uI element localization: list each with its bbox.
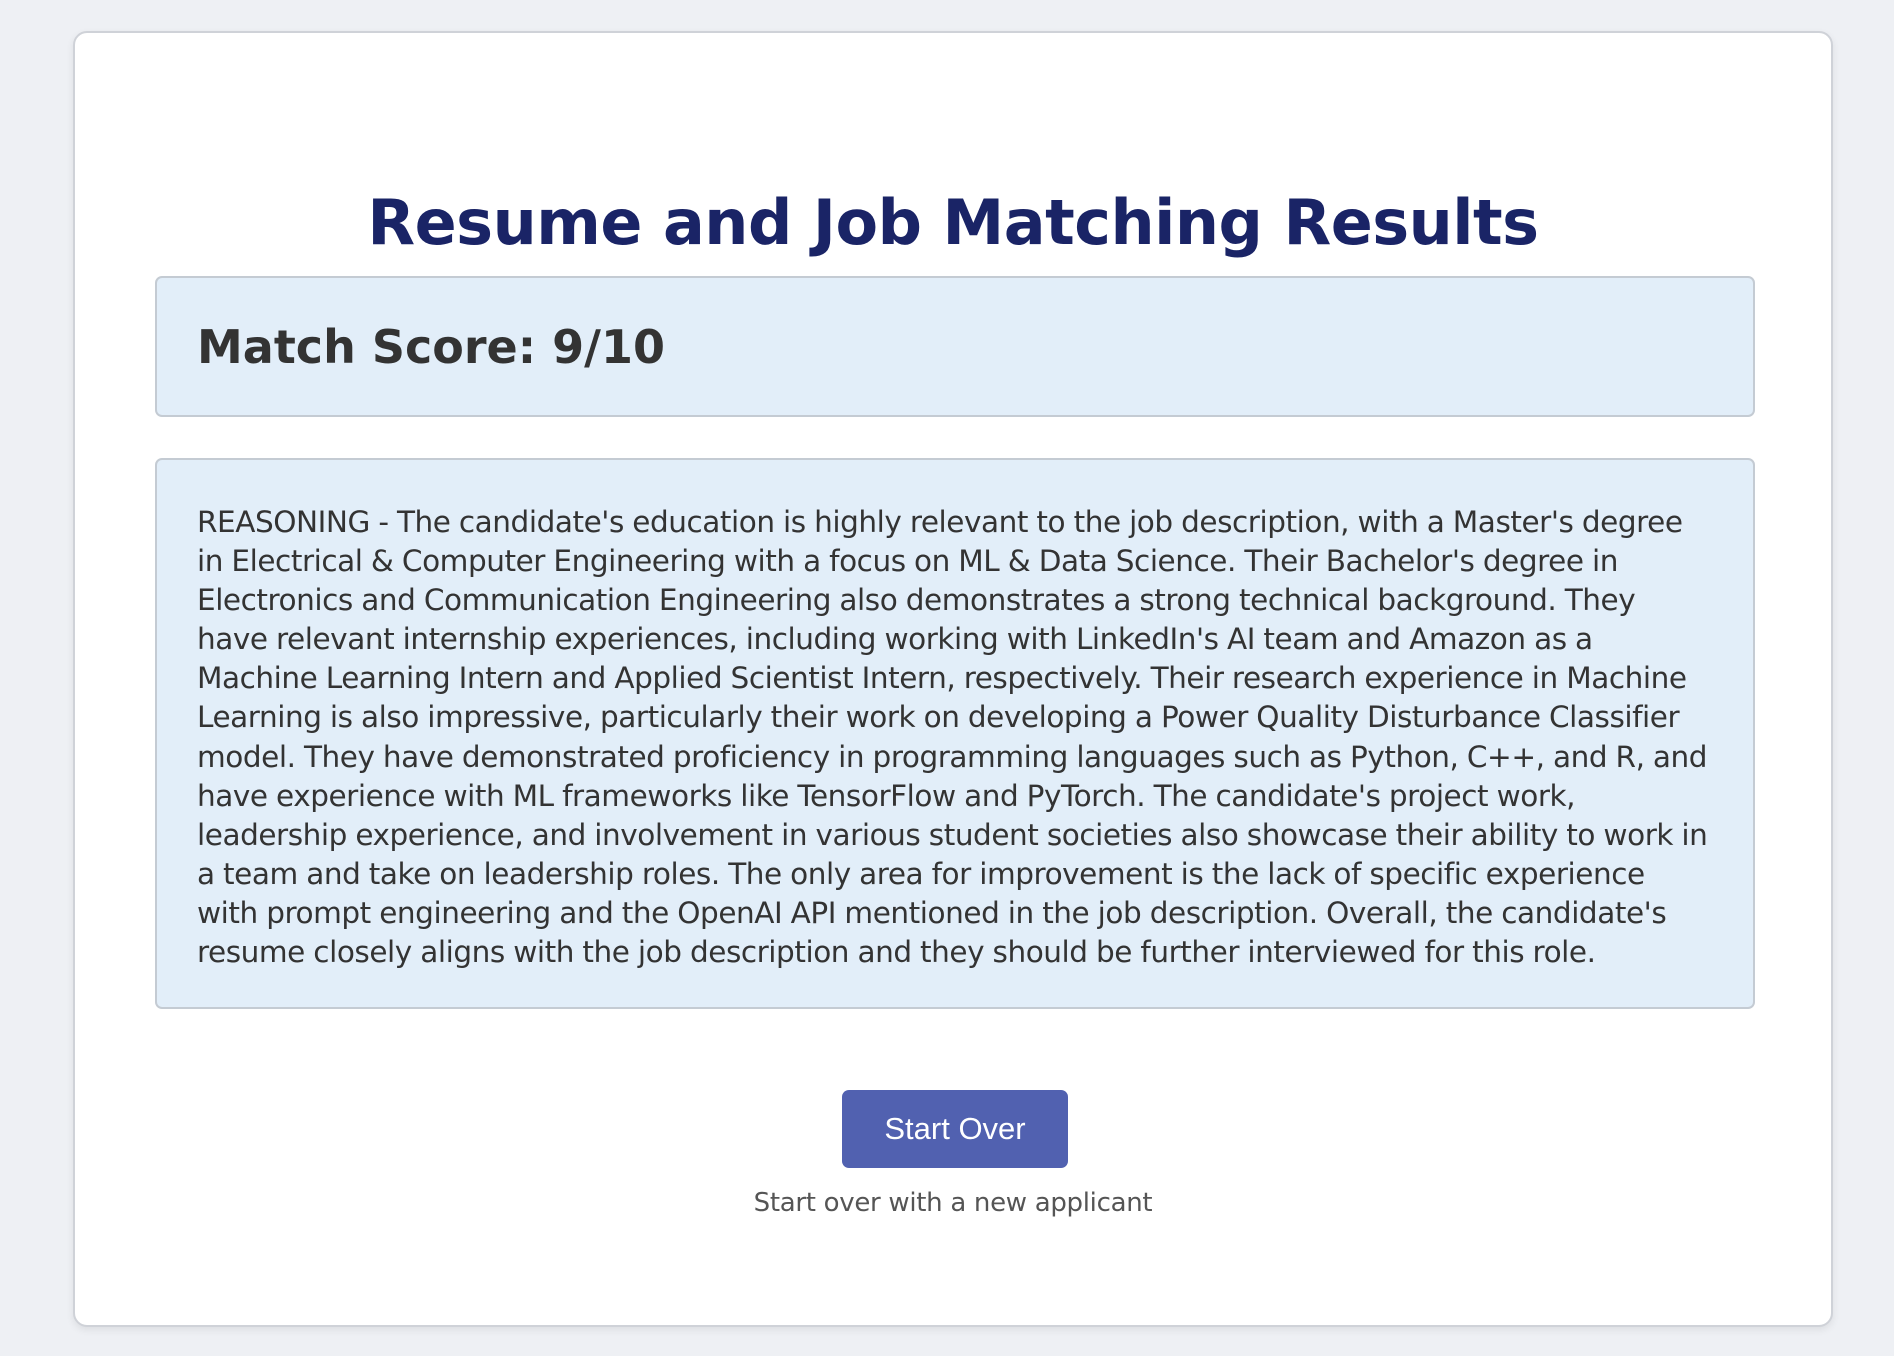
reasoning-text: REASONING - The candidate's education is… bbox=[197, 505, 1708, 970]
results-card: Resume and Job Matching Results Match Sc… bbox=[73, 31, 1833, 1327]
page-title: Resume and Job Matching Results bbox=[367, 186, 1539, 259]
match-score: Match Score: 9/10 bbox=[197, 320, 665, 374]
reasoning-panel: REASONING - The candidate's education is… bbox=[155, 458, 1755, 1009]
start-over-button[interactable]: Start Over bbox=[842, 1090, 1068, 1168]
match-score-panel: Match Score: 9/10 bbox=[155, 276, 1755, 417]
start-over-hint: Start over with a new applicant bbox=[753, 1188, 1153, 1218]
